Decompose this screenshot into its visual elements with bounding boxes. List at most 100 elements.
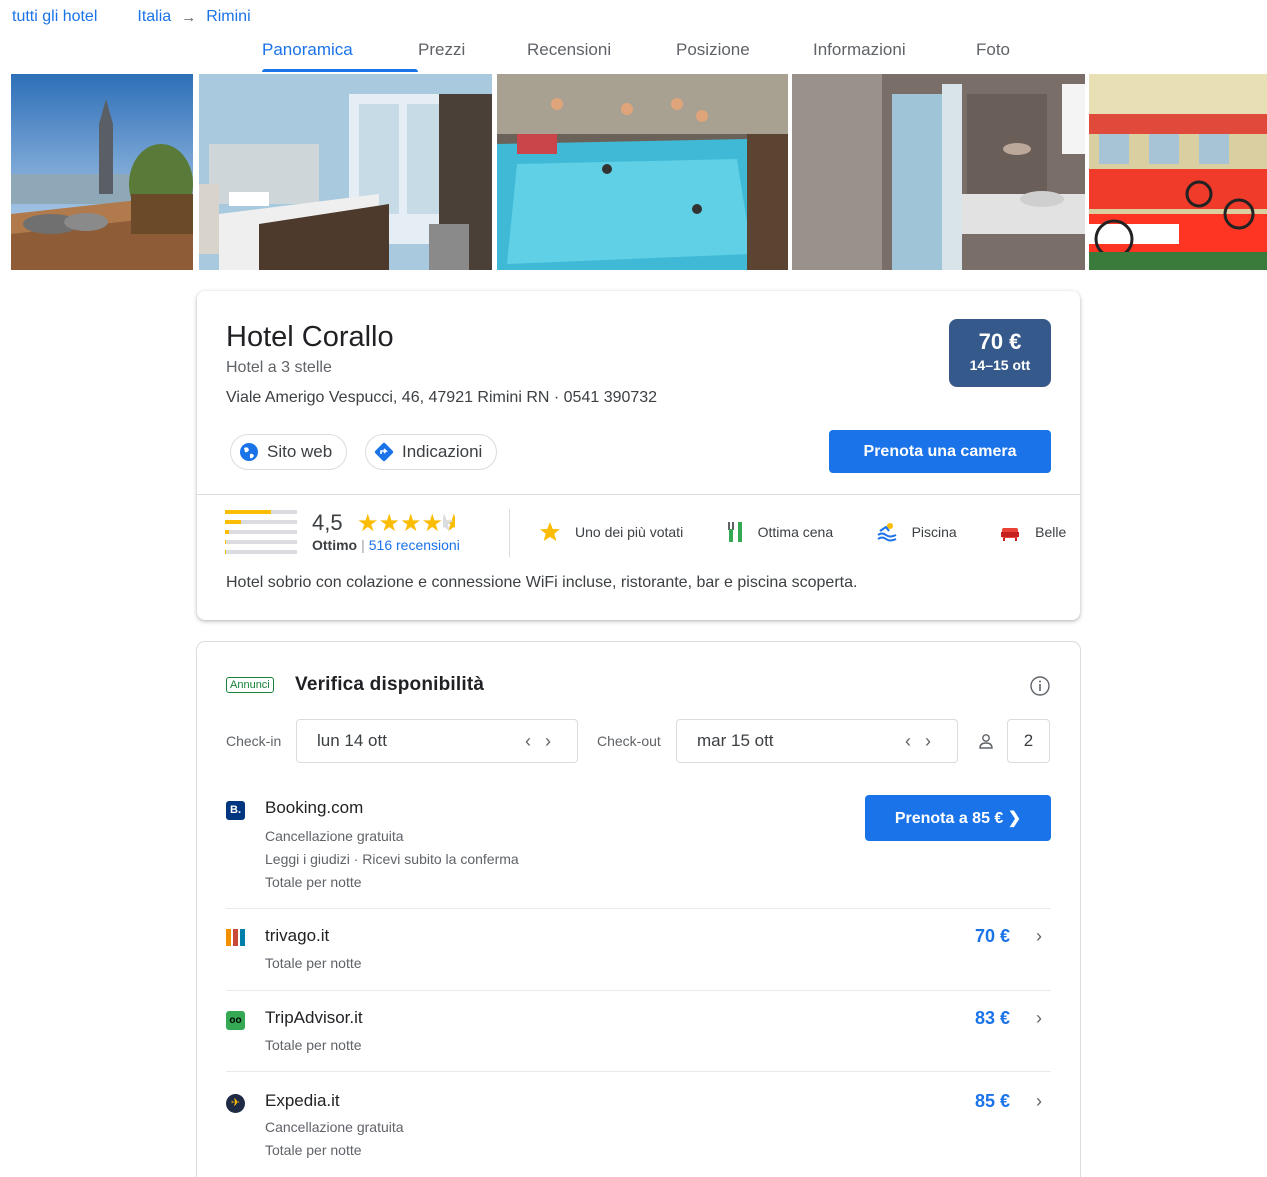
globe-icon <box>240 443 258 461</box>
highlights-row: Uno dei più votati Ottima cena Piscina B… <box>539 521 1079 545</box>
provider-row[interactable]: trivago.it Totale per notte 70 € › <box>197 926 1080 976</box>
provider-detail: Leggi i giudizi · Ricevi subito la confe… <box>265 851 519 867</box>
divider <box>226 908 1051 909</box>
armchair-icon <box>1001 528 1020 541</box>
availability-title: Verifica disponibilità <box>295 674 485 695</box>
photo-restaurant[interactable] <box>1089 74 1267 270</box>
rating-value: 4,5 <box>312 510 343 535</box>
all-hotels-link[interactable]: tutti gli hotel <box>12 8 97 26</box>
provider-name: Booking.com <box>265 798 364 817</box>
provider-price: 70 € <box>974 926 1010 946</box>
rating-bar-5 <box>225 510 297 514</box>
reviews-link[interactable]: 516 recensioni <box>369 537 460 553</box>
photo-pool[interactable] <box>497 74 788 270</box>
photo-terrace[interactable] <box>11 74 193 270</box>
tab-location[interactable]: Posizione <box>676 40 813 72</box>
ads-badge: Annunci <box>226 677 274 693</box>
photo-strip <box>11 74 1267 270</box>
tab-info[interactable]: Informazioni <box>813 40 976 72</box>
hotel-type: Hotel a 3 stelle <box>226 359 332 376</box>
price-dates: 14–15 ott <box>969 357 1031 373</box>
rating-label: Ottimo <box>312 537 358 553</box>
rating-distribution <box>225 510 297 560</box>
star-icon <box>540 522 560 541</box>
rating-bar-1 <box>225 550 297 554</box>
hotel-description: Hotel sobrio con colazione e connessione… <box>226 574 858 591</box>
tab-bar: Panoramica Prezzi Recensioni Posizione I… <box>262 40 1036 72</box>
tab-prices[interactable]: Prezzi <box>418 40 527 72</box>
provider-detail: Totale per notte <box>265 874 362 890</box>
provider-detail: Totale per notte <box>265 1142 362 1158</box>
rating-summary: Ottimo | 516 recensioni <box>312 537 460 553</box>
checkin-field[interactable]: lun 14 ott ‹› <box>296 719 578 763</box>
checkout-value: mar 15 ott <box>697 731 774 750</box>
star-rating-icon: ★★★★★★ <box>357 510 456 537</box>
highlight-label: Belle <box>1035 524 1067 540</box>
divider <box>226 990 1051 991</box>
city-link[interactable]: Rimini <box>206 8 250 26</box>
country-link[interactable]: Italia <box>137 8 171 26</box>
checkin-label: Check-in <box>226 733 282 749</box>
highlight-rooms[interactable]: Belle <box>999 521 1066 543</box>
tab-photos[interactable]: Foto <box>976 40 1036 72</box>
price-value: 70 € <box>978 329 1022 354</box>
chevron-right-icon: › <box>1036 1091 1042 1111</box>
provider-row[interactable]: oo TripAdvisor.it Totale per notte 83 € … <box>197 1008 1080 1058</box>
book-room-button[interactable]: Prenota una camera <box>829 430 1051 473</box>
provider-detail: Totale per notte <box>265 1037 362 1053</box>
hotel-info-card: Hotel Corallo Hotel a 3 stelle Viale Ame… <box>197 291 1080 620</box>
provider-name: TripAdvisor.it <box>265 1008 363 1027</box>
restaurant-icon <box>727 522 742 542</box>
directions-button[interactable]: Indicazioni <box>365 434 498 470</box>
rating-bar-2 <box>225 540 297 544</box>
provider-price: 85 € <box>974 1091 1010 1111</box>
pool-icon <box>876 523 897 542</box>
provider-detail: Totale per notte <box>265 955 362 971</box>
hotel-name: Hotel Corallo <box>226 321 394 353</box>
divider <box>226 1071 1051 1072</box>
checkin-value: lun 14 ott <box>317 731 387 750</box>
rating-bar-3 <box>225 530 297 534</box>
tripadvisor-logo-icon: oo <box>226 1011 245 1030</box>
arrow-right-icon: → <box>181 8 197 26</box>
tab-overview[interactable]: Panoramica <box>262 40 418 72</box>
booking-logo-icon: B. <box>226 801 245 820</box>
divider <box>197 494 1080 495</box>
website-label: Sito web <box>267 442 333 461</box>
price-badge[interactable]: 70 € 14–15 ott <box>949 319 1051 387</box>
provider-price: 83 € <box>974 1008 1010 1028</box>
expedia-logo-icon: ✈ <box>226 1094 245 1113</box>
provider-row[interactable]: ✈ Expedia.it Cancellazione gratuita Tota… <box>197 1091 1080 1171</box>
photo-room[interactable] <box>199 74 492 270</box>
trivago-logo-icon <box>226 929 245 948</box>
book-booking-button[interactable]: Prenota a 85 € ❯ <box>865 795 1051 841</box>
website-button[interactable]: Sito web <box>230 434 348 470</box>
checkout-field[interactable]: mar 15 ott ‹› <box>676 719 958 763</box>
tab-reviews[interactable]: Recensioni <box>527 40 676 72</box>
provider-name: trivago.it <box>265 926 330 945</box>
provider-name: Expedia.it <box>265 1091 340 1110</box>
provider-detail: Cancellazione gratuita <box>265 828 404 844</box>
chevron-right-icon: › <box>1036 1008 1042 1028</box>
breadcrumb: tutti gli hotel Italia → Rimini <box>12 7 251 27</box>
photo-bathroom[interactable] <box>792 74 1085 270</box>
highlight-label: Piscina <box>911 524 957 540</box>
hotel-address[interactable]: Viale Amerigo Vespucci, 46, 47921 Rimini… <box>226 389 657 407</box>
chevron-right-icon: › <box>1036 926 1042 946</box>
guests-selector[interactable]: 2 <box>1007 719 1050 763</box>
provider-detail: Cancellazione gratuita <box>265 1119 404 1135</box>
vertical-divider <box>509 509 510 557</box>
highlight-pool[interactable]: Piscina <box>876 521 957 543</box>
highlight-label: Uno dei più votati <box>575 524 684 540</box>
highlight-label: Ottima cena <box>757 524 834 540</box>
directions-label: Indicazioni <box>402 442 483 461</box>
highlight-dinner[interactable]: Ottima cena <box>726 521 833 543</box>
directions-icon <box>374 442 394 462</box>
checkout-arrows[interactable]: ‹› <box>905 731 945 752</box>
checkout-label: Check-out <box>597 733 661 749</box>
info-icon[interactable] <box>1029 675 1051 697</box>
highlight-top-rated[interactable]: Uno dei più votati <box>539 521 683 543</box>
checkin-arrows[interactable]: ‹› <box>525 731 565 752</box>
person-icon <box>979 734 993 749</box>
availability-card: Annunci Verifica disponibilità Check-in … <box>197 642 1080 1177</box>
